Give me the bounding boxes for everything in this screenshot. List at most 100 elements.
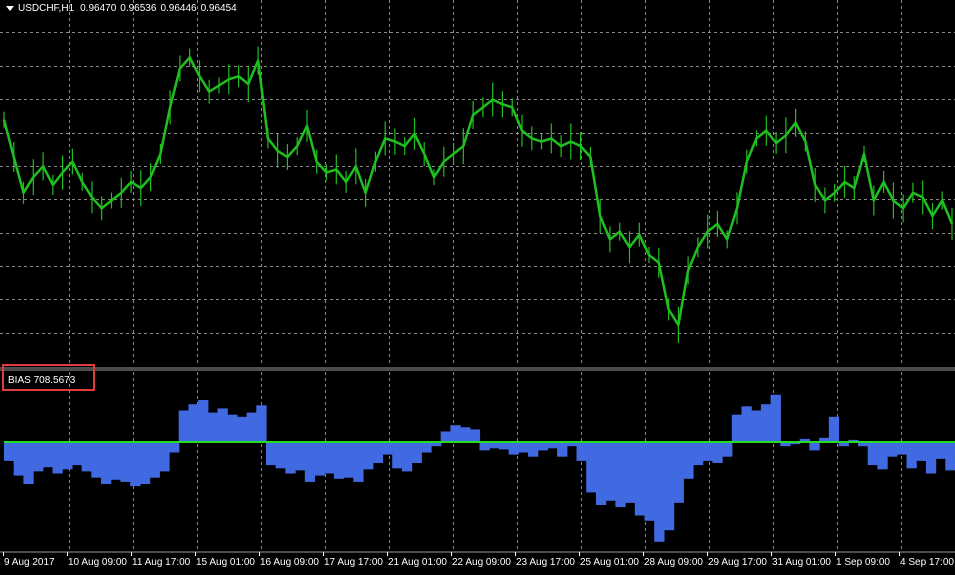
bias-bar [333, 442, 345, 479]
time-tick [131, 552, 132, 556]
bias-bar [169, 442, 180, 453]
bias-bar [139, 442, 151, 484]
bias-bar [33, 442, 44, 472]
bias-bar [809, 442, 820, 451]
bias-bar [896, 442, 908, 455]
bias-bar [479, 442, 490, 451]
time-tick [707, 552, 708, 556]
bias-bar [363, 442, 374, 470]
bias-bar [353, 442, 364, 482]
bias-bar [537, 442, 548, 451]
bias-bar [130, 442, 141, 487]
bias-bar [935, 442, 946, 459]
time-tick [515, 552, 516, 556]
bias-bar [324, 442, 335, 474]
bias-bar [42, 442, 54, 468]
bias-bar [159, 442, 170, 472]
bias-bar [722, 442, 733, 457]
bias-bar [770, 394, 781, 443]
bias-bar [673, 442, 684, 503]
time-tick [3, 552, 4, 556]
symbol-label: USDCHF,H1 [18, 3, 75, 14]
time-label: 10 Aug 09:00 [68, 557, 127, 568]
bias-bar [877, 442, 888, 470]
time-label: 22 Aug 09:00 [452, 557, 511, 568]
bias-bar [81, 442, 92, 472]
bias-bar [576, 442, 587, 461]
bias-bar [712, 442, 723, 463]
bias-bar [586, 442, 597, 493]
bias-bar [314, 442, 325, 476]
bias-bar [693, 442, 704, 466]
low-price: 0.96446 [160, 3, 197, 14]
time-label: 15 Aug 01:00 [196, 557, 255, 568]
bias-bar [198, 400, 209, 442]
bias-bar [644, 442, 655, 521]
open-price: 0.96470 [80, 3, 117, 14]
bias-bar [916, 442, 927, 461]
time-label: 1 Sep 09:00 [836, 557, 890, 568]
bias-histogram [4, 394, 955, 542]
bias-bar [498, 442, 510, 450]
bias-bar [207, 412, 219, 442]
time-tick [323, 552, 324, 556]
time-tick [67, 552, 68, 556]
bias-bar [460, 427, 471, 442]
time-tick [259, 552, 260, 556]
bias-bar [304, 442, 316, 482]
bias-bar [236, 416, 248, 442]
bias-bar [605, 442, 616, 501]
bias-bar [101, 442, 112, 484]
bias-bar [440, 431, 451, 442]
bias-bar [741, 406, 752, 442]
bias-bar [528, 442, 539, 457]
bias-bar [945, 442, 955, 471]
bias-bar [508, 442, 519, 455]
chart-header: USDCHF,H1 0.96470 0.96536 0.96446 0.96454 [6, 3, 241, 14]
bias-bar [867, 442, 878, 466]
time-label: 21 Aug 01:00 [388, 557, 447, 568]
bias-bar [683, 442, 694, 479]
bias-bar [625, 442, 636, 503]
bias-bar [906, 442, 917, 469]
time-tick [643, 552, 644, 556]
bias-bar [110, 442, 121, 480]
time-label: 16 Aug 09:00 [260, 557, 319, 568]
time-label: 4 Sep 17:00 [900, 557, 954, 568]
bias-bar [4, 442, 15, 461]
bias-bar [343, 442, 354, 478]
chevron-down-icon[interactable] [6, 5, 14, 11]
bias-bar [411, 442, 422, 463]
bias-bar [557, 442, 568, 457]
time-tick [771, 552, 772, 556]
bias-bar [654, 442, 665, 542]
time-tick [195, 552, 196, 556]
bias-bar [450, 425, 461, 442]
bias-bar [71, 442, 83, 466]
bias-bar [595, 442, 607, 505]
bias-bar [149, 442, 160, 478]
time-label: 25 Aug 01:00 [580, 557, 639, 568]
bias-bar [421, 442, 432, 453]
time-label: 28 Aug 09:00 [644, 557, 703, 568]
bias-bar [246, 412, 257, 442]
bias-bar [23, 442, 34, 484]
bias-bar [702, 442, 713, 461]
bias-bar [615, 442, 626, 508]
bias-bar [178, 410, 189, 442]
bias-bar [372, 442, 384, 463]
bias-bar [91, 442, 102, 478]
time-label: 29 Aug 17:00 [708, 557, 767, 568]
bias-bar [751, 410, 762, 442]
bias-bar [256, 405, 267, 443]
chart-canvas[interactable] [0, 0, 955, 575]
bias-bar [469, 429, 481, 442]
indicator-label[interactable]: BIAS 708.5673 [8, 375, 75, 386]
time-tick [451, 552, 452, 556]
bias-bar [227, 414, 238, 442]
bias-bar [266, 442, 277, 466]
bias-bar [392, 442, 403, 469]
bias-bar [760, 404, 772, 442]
bias-bar [120, 442, 131, 482]
bias-bar [634, 442, 646, 516]
